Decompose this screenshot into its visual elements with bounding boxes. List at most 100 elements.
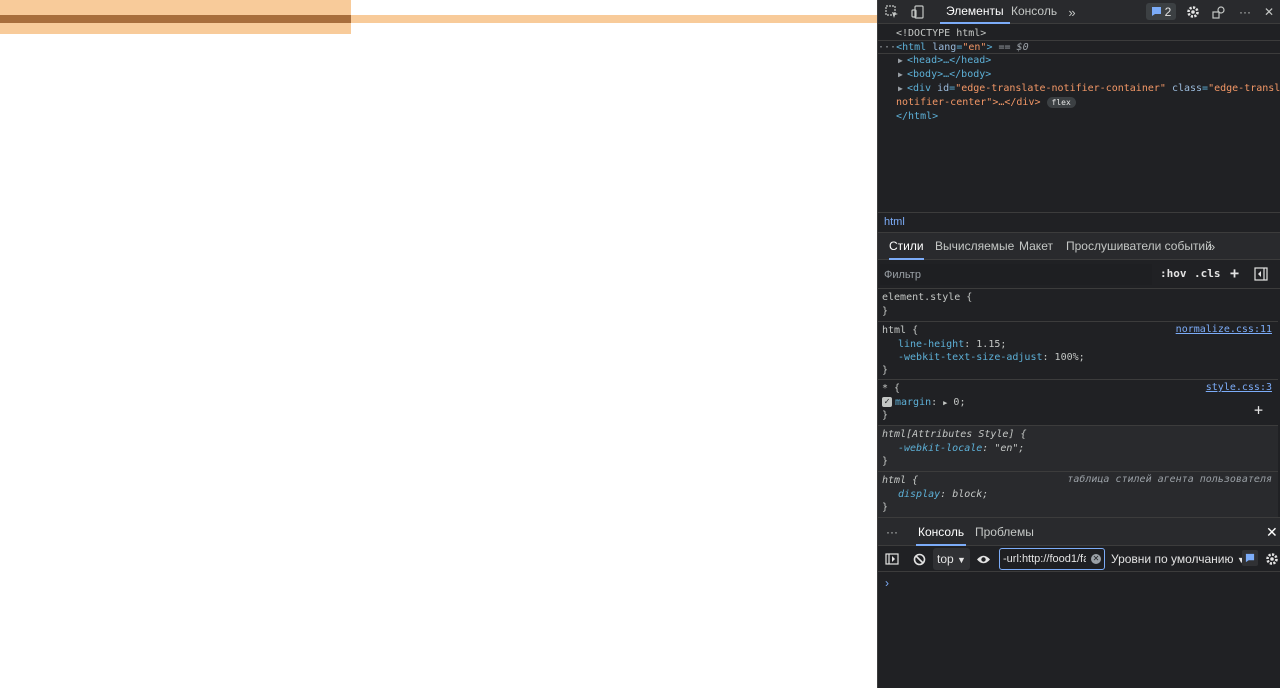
expand-triangle-icon[interactable]: ▶ bbox=[898, 54, 907, 68]
drawer-tab-console[interactable]: Консоль bbox=[916, 518, 967, 546]
hov-toggle[interactable]: :hov bbox=[1160, 267, 1187, 280]
log-levels-value: Уровни по умолчанию bbox=[1111, 552, 1234, 566]
cls-toggle[interactable]: .cls bbox=[1194, 267, 1221, 280]
dom-html-close[interactable]: </html> bbox=[896, 110, 938, 124]
head-node-text: <head>…</head> bbox=[907, 55, 992, 66]
html-attr-value: "en" bbox=[962, 42, 987, 53]
customize-devtools-icon[interactable] bbox=[1210, 3, 1228, 21]
rule-html-user-agent: html { таблица стилей агента пользовател… bbox=[878, 472, 1278, 517]
page-viewport bbox=[0, 0, 877, 688]
styles-filter-input[interactable] bbox=[880, 264, 1152, 285]
rule-close: } bbox=[882, 306, 889, 317]
dom-tree: <!DOCTYPE html> ···<html lang="en"> == $… bbox=[878, 24, 1280, 212]
clear-console-icon[interactable] bbox=[910, 550, 928, 568]
property-value[interactable]: 0; bbox=[953, 397, 965, 408]
property-value[interactable]: "en"; bbox=[994, 443, 1024, 454]
inspect-element-icon[interactable] bbox=[883, 3, 901, 21]
property-value[interactable]: block; bbox=[952, 489, 988, 500]
context-select[interactable]: top ▼ bbox=[933, 548, 970, 570]
property-value[interactable]: 100%; bbox=[1055, 352, 1085, 363]
tab-computed[interactable]: Вычисляемые bbox=[935, 233, 1014, 260]
dom-doctype[interactable]: <!DOCTYPE html> bbox=[896, 27, 986, 41]
more-panes-chevron-icon[interactable]: » bbox=[1208, 233, 1215, 260]
rule-source-user-agent: таблица стилей агента пользователя bbox=[1067, 474, 1272, 485]
expand-triangle-icon[interactable]: ▶ bbox=[898, 68, 907, 82]
close-devtools-icon[interactable]: ✕ bbox=[1260, 3, 1278, 21]
rule-source-link[interactable]: style.css:3 bbox=[1206, 382, 1272, 393]
tab-elements[interactable]: Элементы bbox=[940, 0, 1010, 24]
expand-triangle-icon[interactable]: ▶ bbox=[943, 399, 947, 407]
live-expression-eye-icon[interactable] bbox=[974, 550, 992, 568]
property-checkbox[interactable]: ✓ bbox=[882, 397, 892, 407]
issues-badge[interactable]: 2 bbox=[1146, 3, 1176, 20]
console-toolbar: top ▼ ✕ Уровни по умолчанию ▼ bbox=[878, 546, 1280, 572]
breadcrumb: html bbox=[878, 212, 1280, 233]
rule-selector[interactable]: html { bbox=[882, 474, 918, 488]
issues-count: 2 bbox=[1164, 4, 1172, 19]
tab-layout[interactable]: Макет bbox=[1019, 233, 1053, 260]
html-tag-name: html bbox=[902, 42, 927, 53]
context-value: top bbox=[937, 552, 954, 566]
drawer-tab-issues[interactable]: Проблемы bbox=[975, 518, 1034, 546]
html-attr-name: lang bbox=[932, 42, 957, 53]
rule-selector[interactable]: html { bbox=[882, 324, 918, 338]
devtools-toolbar: Элементы Консоль » 2 ··· ✕ bbox=[878, 0, 1280, 24]
rule-source-link[interactable]: normalize.css:11 bbox=[1176, 324, 1272, 335]
expand-triangle-icon[interactable]: ▶ bbox=[898, 82, 907, 96]
body-node-text: <body>…</body> bbox=[907, 69, 992, 80]
div-class-attr-name: class bbox=[1171, 83, 1203, 94]
settings-gear-icon[interactable] bbox=[1184, 3, 1202, 21]
rule-selector[interactable]: element.style { bbox=[882, 291, 972, 305]
div-id-attr-name: id bbox=[937, 83, 950, 94]
add-property-plus-icon[interactable]: + bbox=[1254, 403, 1263, 418]
tab-styles[interactable]: Стили bbox=[889, 233, 924, 260]
dom-div-node-continued[interactable]: notifier-center">…</div> flex bbox=[896, 96, 1076, 110]
property-name[interactable]: -webkit-locale bbox=[898, 443, 982, 454]
new-style-rule-plus-icon[interactable]: + bbox=[1230, 264, 1239, 282]
dom-html-node[interactable]: ···<html lang="en"> == $0 bbox=[878, 40, 1280, 54]
dom-body-node[interactable]: ▶ <body>…</body> bbox=[898, 68, 991, 82]
clear-filter-icon[interactable]: ✕ bbox=[1091, 554, 1101, 564]
close-drawer-icon[interactable]: ✕ bbox=[1266, 518, 1278, 546]
property-name[interactable]: line-height bbox=[898, 339, 964, 350]
rule-element-style: element.style { } bbox=[878, 289, 1278, 322]
styles-filter-row: :hov .cls + bbox=[878, 260, 1280, 289]
log-levels-select[interactable]: Уровни по умолчанию ▼ bbox=[1107, 548, 1250, 570]
div-line2-text: notifier-center">…</div> bbox=[896, 97, 1041, 108]
rule-close: } bbox=[882, 365, 889, 376]
div-id-attr-value: "edge-translate-notifier-container" bbox=[955, 83, 1166, 94]
rule-selector[interactable]: html[Attributes Style] { bbox=[882, 428, 1027, 442]
console-settings-gear-icon[interactable] bbox=[1263, 550, 1280, 568]
devtools-panel: Элементы Консоль » 2 ··· ✕ <!DOCTYPE htm… bbox=[877, 0, 1280, 688]
header-block-dark-band bbox=[0, 15, 351, 23]
rule-html-normalize: html { normalize.css:11 line-height: 1.1… bbox=[878, 322, 1278, 380]
dropdown-caret-icon: ▼ bbox=[957, 555, 966, 565]
property-value[interactable]: 1.15; bbox=[976, 339, 1006, 350]
div-class-attr-value: "edge-translate bbox=[1208, 83, 1280, 94]
message-icon bbox=[1151, 7, 1161, 16]
device-toolbar-icon[interactable] bbox=[909, 3, 927, 21]
styles-pane-tabs: Стили Вычисляемые Макет Прослушиватели с… bbox=[878, 233, 1280, 260]
tab-event-listeners[interactable]: Прослушиватели событий bbox=[1066, 233, 1212, 260]
property-name[interactable]: display bbox=[898, 489, 940, 500]
dom-div-node[interactable]: ▶ <div id="edge-translate-notifier-contai… bbox=[898, 82, 1280, 96]
console-prompt[interactable]: › bbox=[885, 576, 889, 590]
more-options-icon[interactable]: ··· bbox=[1236, 3, 1254, 21]
dom-head-node[interactable]: ▶ <head>…</head> bbox=[898, 54, 991, 68]
rule-close: } bbox=[882, 456, 889, 467]
toggle-sidebar-icon[interactable] bbox=[1252, 265, 1270, 283]
more-tabs-chevron-icon[interactable]: » bbox=[1063, 3, 1081, 21]
rule-selector[interactable]: * { bbox=[882, 382, 900, 396]
flex-badge[interactable]: flex bbox=[1046, 96, 1076, 108]
breadcrumb-html[interactable]: html bbox=[884, 216, 905, 228]
property-name[interactable]: margin bbox=[895, 397, 931, 408]
console-messages-icon[interactable] bbox=[1242, 550, 1258, 566]
rule-close: } bbox=[882, 410, 889, 421]
tab-console[interactable]: Консоль bbox=[1005, 0, 1063, 24]
console-sidebar-icon[interactable] bbox=[883, 550, 901, 568]
rule-star: * { style.css:3 ✓ margin: ▶ 0; } + bbox=[878, 380, 1278, 426]
console-filter-input[interactable] bbox=[999, 548, 1105, 570]
selected-node-marker: == $0 bbox=[998, 42, 1029, 53]
property-name[interactable]: -webkit-text-size-adjust bbox=[898, 352, 1043, 363]
drawer-menu-icon[interactable]: ··· bbox=[886, 518, 898, 546]
